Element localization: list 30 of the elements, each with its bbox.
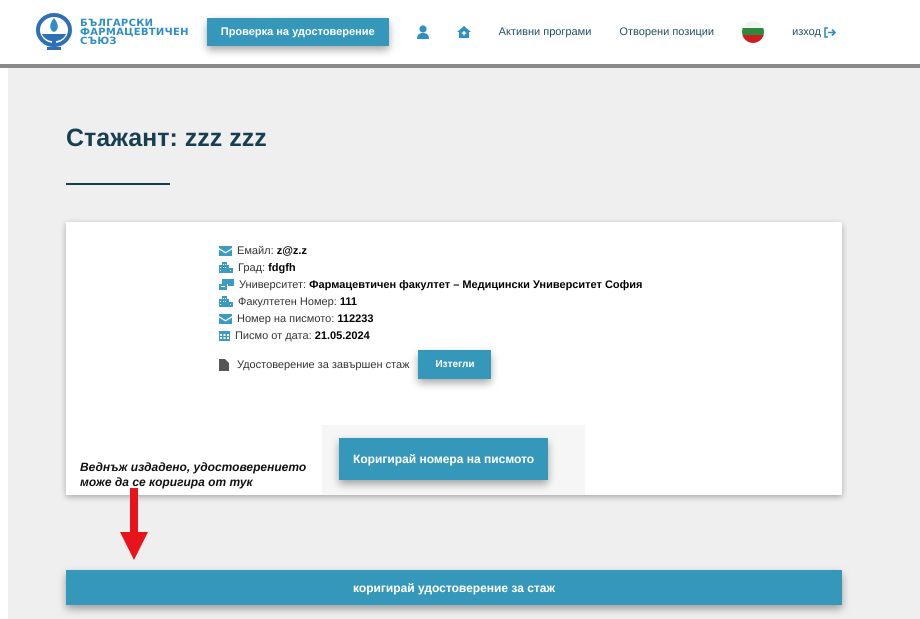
envelope-icon bbox=[219, 314, 232, 324]
certificate-check-button[interactable]: Проверка на удостоверение bbox=[206, 18, 389, 46]
logo-text: БЪЛГАРСКИ ФАРМАЦЕВТИЧЕН СЪЮЗ bbox=[80, 18, 189, 46]
home-icon[interactable] bbox=[456, 26, 471, 38]
logo-icon bbox=[34, 12, 74, 52]
detail-text: Емайл: z@z.z bbox=[237, 244, 307, 256]
annotation-note: Веднъж издадено, удостоверението може да се коригира от тук bbox=[80, 460, 308, 490]
nav-link[interactable]: Отворени позиции bbox=[619, 26, 714, 38]
correct-certificate-button[interactable]: коригирай удостоверение за стаж bbox=[66, 570, 842, 605]
detail-text: Номер на писмото: 112233 bbox=[237, 312, 374, 324]
correct-letter-number-button[interactable]: Коригирай номера на писмото bbox=[339, 438, 548, 480]
page-title: Стажант: zzz zzz bbox=[66, 124, 267, 153]
school-icon bbox=[219, 279, 234, 290]
detail-text: Факултетен Номер: 111 bbox=[238, 296, 358, 308]
logout-icon bbox=[824, 26, 837, 38]
annotation-arrow bbox=[120, 488, 148, 560]
download-button[interactable]: Изтегли bbox=[418, 350, 492, 379]
user-icon[interactable] bbox=[416, 25, 429, 39]
bulgarian-flag-icon[interactable] bbox=[742, 21, 764, 43]
buildings-icon bbox=[219, 296, 233, 307]
buildings-icon bbox=[219, 262, 233, 273]
nav-link[interactable]: Активни програми bbox=[498, 26, 592, 38]
detail-text: Град: fdgfh bbox=[238, 262, 296, 274]
document-icon bbox=[219, 358, 229, 370]
certificate-label: Удостоверение за завършен стаж bbox=[237, 358, 410, 370]
calendar-icon bbox=[219, 330, 230, 341]
detail-text: Писмо от дата: 21.05.2024 bbox=[235, 330, 370, 342]
detail-text: Университет: Фармацевтичен факултет – Медицински Университет София bbox=[239, 278, 642, 290]
logout-link[interactable]: изход bbox=[792, 26, 837, 38]
envelope-icon bbox=[219, 246, 232, 256]
